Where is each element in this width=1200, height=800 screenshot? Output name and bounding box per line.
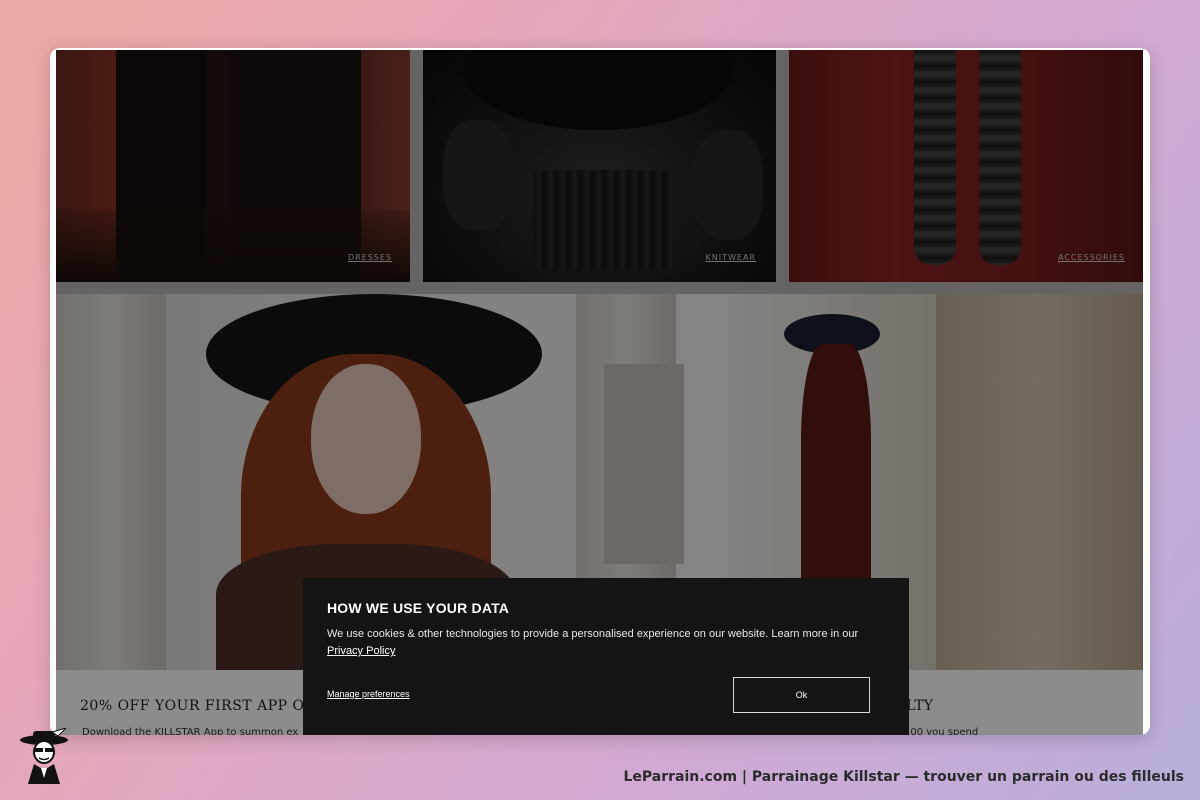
- manage-preferences-link[interactable]: Manage preferences: [327, 689, 410, 699]
- cookie-title: HOW WE USE YOUR DATA: [327, 600, 510, 616]
- cookie-consent-dialog: HOW WE USE YOUR DATA We use cookies & ot…: [303, 578, 909, 735]
- killstar-page: DRESSES KNITWEAR ACCESSORIES 20% OFF YOU…: [56, 50, 1143, 735]
- footer-caption: LeParrain.com | Parrainage Killstar — tr…: [623, 769, 1184, 785]
- cookie-body-text: We use cookies & other technologies to p…: [327, 628, 859, 640]
- ok-button[interactable]: Ok: [733, 677, 870, 713]
- privacy-policy-link[interactable]: Privacy Policy: [327, 645, 395, 657]
- leparrain-mascot-icon: [20, 728, 68, 784]
- browser-frame: DRESSES KNITWEAR ACCESSORIES 20% OFF YOU…: [50, 48, 1150, 735]
- cookie-body: We use cookies & other technologies to p…: [327, 626, 885, 660]
